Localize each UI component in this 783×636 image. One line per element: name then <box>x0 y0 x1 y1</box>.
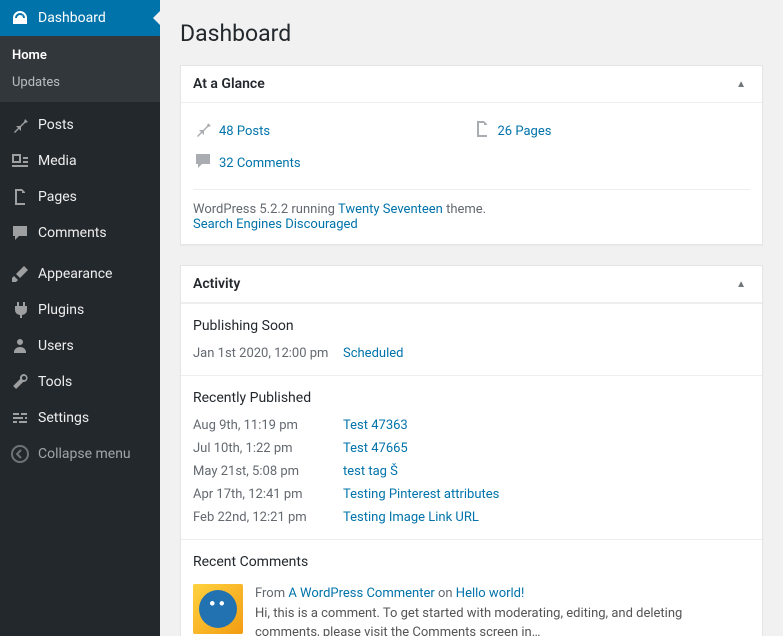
comment-body: From A WordPress Commenter on Hello worl… <box>255 584 750 636</box>
sidebar-item-posts[interactable]: Posts <box>0 107 160 143</box>
user-icon <box>10 336 30 356</box>
on-label: on <box>435 586 456 601</box>
soon-row: Jan 1st 2020, 12:00 pmScheduled <box>193 342 750 365</box>
activity-header[interactable]: Activity ▲ <box>181 266 762 303</box>
recent-row: Feb 22nd, 12:21 pmTesting Image Link URL <box>193 506 750 529</box>
version-prefix: WordPress 5.2.2 running <box>193 202 338 217</box>
recent-row: Apr 17th, 12:41 pmTesting Pinterest attr… <box>193 483 750 506</box>
glance-pages-link[interactable]: 26 Pages <box>498 124 552 139</box>
theme-link[interactable]: Twenty Seventeen <box>338 202 443 217</box>
submenu-home[interactable]: Home <box>0 42 160 69</box>
main-content: Dashboard At a Glance ▲ 48 Posts 26 Page… <box>160 0 783 636</box>
sidebar-item-label: Settings <box>38 410 89 426</box>
sidebar-item-settings[interactable]: Settings <box>0 400 160 436</box>
sidebar-item-label: Appearance <box>38 266 112 282</box>
recent-row: Jul 10th, 1:22 pmTest 47665 <box>193 437 750 460</box>
comment-icon <box>193 151 213 175</box>
row-date: May 21st, 5:08 pm <box>193 464 343 479</box>
sidebar-item-label: Plugins <box>38 302 84 318</box>
recent-row: May 21st, 5:08 pmtest tag Š <box>193 460 750 483</box>
sidebar-item-comments[interactable]: Comments <box>0 215 160 251</box>
version-suffix: theme. <box>443 202 486 217</box>
sidebar-item-pages[interactable]: Pages <box>0 179 160 215</box>
row-date: Apr 17th, 12:41 pm <box>193 487 343 502</box>
publishing-soon-block: Publishing Soon Jan 1st 2020, 12:00 pmSc… <box>181 303 762 375</box>
sidebar-item-label: Pages <box>38 189 77 205</box>
at-a-glance-box: At a Glance ▲ 48 Posts 26 Pages 32 Comme… <box>180 65 763 245</box>
collapse-label: Collapse menu <box>38 446 131 462</box>
sidebar-item-label: Posts <box>38 117 74 133</box>
sidebar-item-label: Media <box>38 153 77 169</box>
sidebar-item-plugins[interactable]: Plugins <box>0 292 160 328</box>
at-a-glance-header[interactable]: At a Glance ▲ <box>181 66 762 103</box>
collapse-menu[interactable]: Collapse menu <box>0 436 160 472</box>
pin-icon <box>193 119 213 143</box>
sidebar-item-label: Comments <box>38 225 107 241</box>
toggle-icon[interactable]: ▲ <box>732 77 750 92</box>
glance-pages: 26 Pages <box>472 115 751 147</box>
at-a-glance-body: 48 Posts 26 Pages 32 Comments WordPress … <box>181 103 762 244</box>
recent-comments-block: Recent Comments From A WordPress Comment… <box>181 539 762 636</box>
sidebar-item-label: Dashboard <box>38 10 106 26</box>
sidebar-item-appearance[interactable]: Appearance <box>0 256 160 292</box>
sidebar-item-users[interactable]: Users <box>0 328 160 364</box>
at-a-glance-heading: At a Glance <box>193 76 265 92</box>
row-post-link[interactable]: test tag Š <box>343 464 398 479</box>
row-date: Feb 22nd, 12:21 pm <box>193 510 343 525</box>
row-date: Jul 10th, 1:22 pm <box>193 441 343 456</box>
row-date: Aug 9th, 11:19 pm <box>193 418 343 433</box>
toggle-icon[interactable]: ▲ <box>732 277 750 292</box>
plug-icon <box>10 300 30 320</box>
publishing-soon-heading: Publishing Soon <box>193 314 750 342</box>
brush-icon <box>10 264 30 284</box>
page-icon <box>10 187 30 207</box>
page-icon <box>472 119 492 143</box>
row-post-link[interactable]: Scheduled <box>343 346 403 361</box>
media-icon <box>10 151 30 171</box>
version-line: WordPress 5.2.2 running Twenty Seventeen… <box>193 189 750 232</box>
sidebar-item-dashboard[interactable]: Dashboard <box>0 0 160 36</box>
comment-icon <box>10 223 30 243</box>
from-label: From <box>255 586 288 601</box>
collapse-icon <box>10 444 30 464</box>
glance-comments: 32 Comments <box>193 147 472 179</box>
comment-post-link[interactable]: Hello world! <box>456 586 525 601</box>
comment-author-link[interactable]: A WordPress Commenter <box>288 586 434 601</box>
row-post-link[interactable]: Test 47363 <box>343 418 408 433</box>
glance-comments-link[interactable]: 32 Comments <box>219 156 301 171</box>
row-date: Jan 1st 2020, 12:00 pm <box>193 346 343 361</box>
sidebar-item-label: Users <box>38 338 74 354</box>
sidebar-item-media[interactable]: Media <box>0 143 160 179</box>
row-post-link[interactable]: Testing Image Link URL <box>343 510 479 525</box>
comment-excerpt: Hi, this is a comment. To get started wi… <box>255 606 682 636</box>
sliders-icon <box>10 408 30 428</box>
activity-heading: Activity <box>193 276 240 292</box>
recently-published-block: Recently Published Aug 9th, 11:19 pmTest… <box>181 375 762 539</box>
sidebar-item-label: Tools <box>38 374 72 390</box>
dashboard-submenu: Home Updates <box>0 36 160 102</box>
row-post-link[interactable]: Test 47665 <box>343 441 408 456</box>
wrench-icon <box>10 372 30 392</box>
activity-box: Activity ▲ Publishing Soon Jan 1st 2020,… <box>180 265 763 636</box>
sidebar-item-tools[interactable]: Tools <box>0 364 160 400</box>
submenu-updates[interactable]: Updates <box>0 69 160 96</box>
glance-posts: 48 Posts <box>193 115 472 147</box>
comment-item: From A WordPress Commenter on Hello worl… <box>193 578 750 636</box>
seo-notice-link[interactable]: Search Engines Discouraged <box>193 217 358 232</box>
recent-row: Aug 9th, 11:19 pmTest 47363 <box>193 414 750 437</box>
page-title: Dashboard <box>180 20 763 47</box>
recently-published-heading: Recently Published <box>193 386 750 414</box>
admin-sidebar: Dashboard Home Updates Posts Media Pages… <box>0 0 160 636</box>
glance-posts-link[interactable]: 48 Posts <box>219 124 270 139</box>
avatar <box>193 584 243 634</box>
dashboard-icon <box>10 8 30 28</box>
pin-icon <box>10 115 30 135</box>
row-post-link[interactable]: Testing Pinterest attributes <box>343 487 499 502</box>
recent-comments-heading: Recent Comments <box>193 550 750 578</box>
